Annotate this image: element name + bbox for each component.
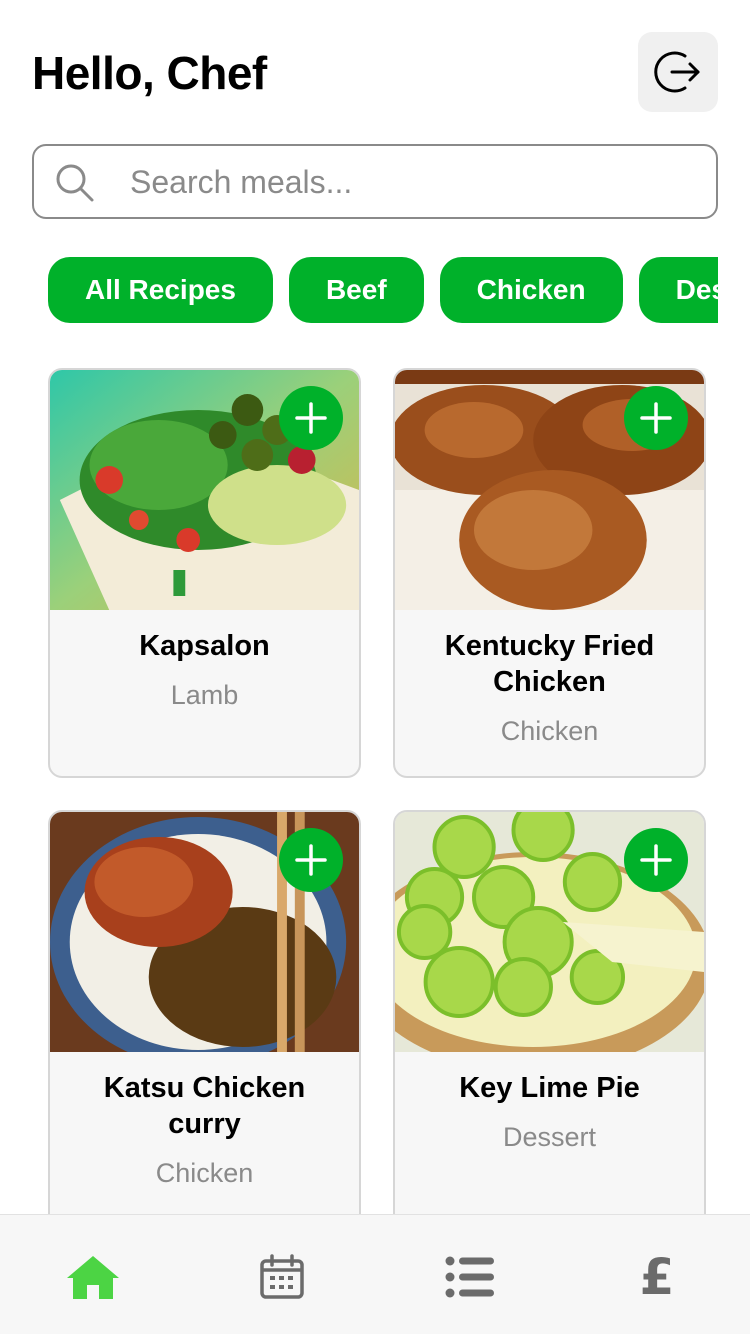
plus-icon [640,844,672,876]
filter-chip-all-recipes[interactable]: All Recipes [48,257,273,323]
tab-home[interactable] [61,1245,125,1309]
filter-chip-chicken[interactable]: Chicken [439,257,623,323]
meal-card[interactable]: Kentucky Fried Chicken Chicken [393,368,706,778]
meal-card[interactable]: Kapsalon Lamb [48,368,361,778]
meal-title: Kapsalon [139,630,270,662]
plus-icon [295,402,327,434]
meal-title: Kentucky Fried Chicken [444,630,655,698]
meal-category: Dessert [502,1122,597,1152]
home-icon [67,1256,119,1299]
meal-card[interactable]: Key Lime Pie Dessert [393,810,706,1214]
plus-icon [640,402,672,434]
filter-chip-beef[interactable]: Beef [288,257,424,323]
logout-icon [654,51,700,93]
logout-button[interactable] [638,32,718,112]
meal-image [50,812,359,1052]
add-to-plan-button[interactable] [279,386,343,450]
tab-budget[interactable]: £ [625,1245,689,1309]
meal-title: Katsu Chicken curry [103,1072,306,1140]
search-icon [56,164,94,202]
tab-calendar[interactable] [250,1245,314,1309]
add-to-plan-button[interactable] [279,828,343,892]
meal-card[interactable]: Katsu Chicken curry Chicken [48,810,361,1214]
meal-title: Key Lime Pie [459,1072,640,1104]
meal-category: Chicken [155,1158,254,1188]
calendar-icon [260,1254,304,1299]
add-to-plan-button[interactable] [624,386,688,450]
meal-grid: Kapsalon Lamb Kentucky Fried Chicken Chi… [48,368,706,1214]
bottom-tab-bar: £ [0,1214,750,1334]
search-input[interactable] [130,156,690,208]
meal-category: Chicken [500,716,599,746]
pound-icon: £ [639,1248,675,1306]
page-title: Hello, Chef [32,47,267,99]
search-bar [32,144,718,219]
add-to-plan-button[interactable] [624,828,688,892]
category-filter-bar: All RecipesBeefChickenDessert [48,257,718,323]
plus-icon [295,844,327,876]
meal-image [395,812,704,1052]
tab-shopping-list[interactable] [438,1245,502,1309]
filter-chip-dessert[interactable]: Dessert [638,257,718,323]
list-icon [445,1256,494,1298]
meal-image [50,370,359,610]
meal-image [395,370,704,610]
header: Hello, Chef [32,32,718,112]
meal-category: Lamb [170,680,239,710]
